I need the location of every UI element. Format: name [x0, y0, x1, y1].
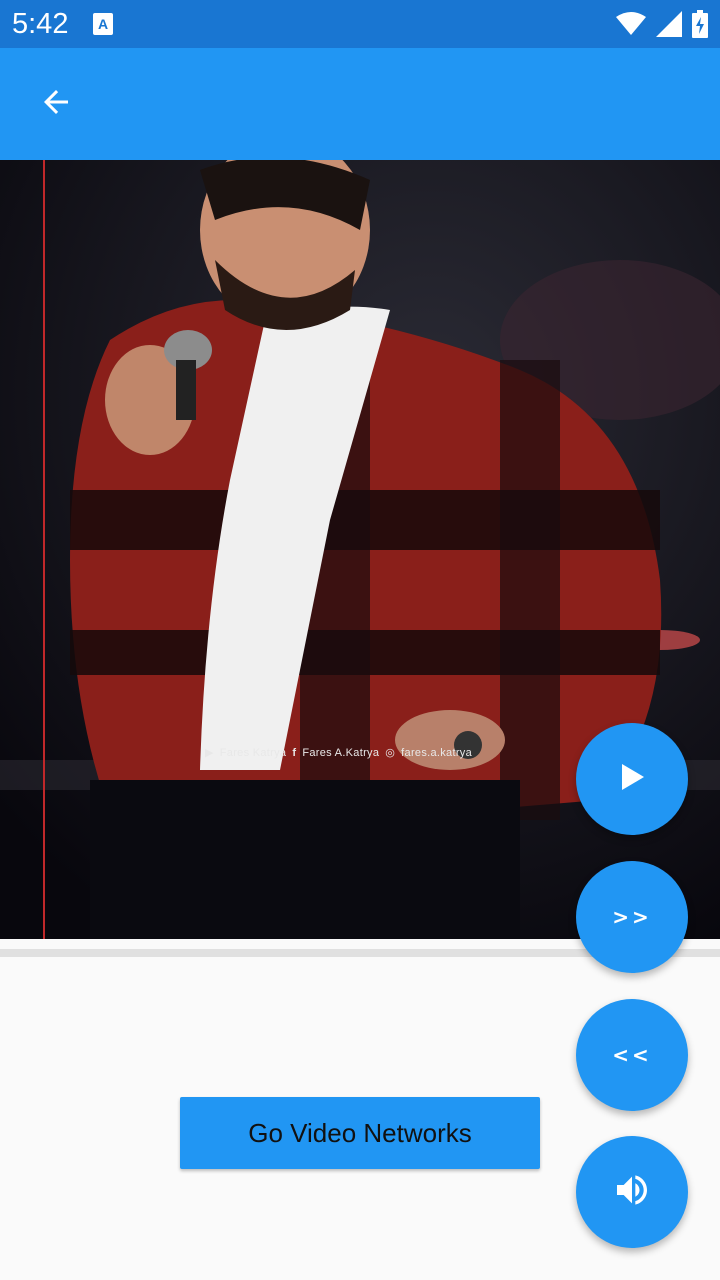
signal-icon: [656, 11, 682, 42]
video-player-screen: 5:42 A ▶ Fares Katrya f Fares A.Katrya ◎…: [0, 0, 720, 1280]
volume-icon: [612, 1170, 652, 1215]
back-button[interactable]: [24, 72, 88, 136]
instagram-icon: ◎: [385, 747, 396, 759]
status-bar: 5:42 A: [0, 0, 720, 48]
facebook-icon: f: [292, 746, 297, 759]
wifi-icon: [616, 12, 646, 41]
play-button[interactable]: [576, 723, 688, 835]
notification-a-icon: A: [92, 12, 114, 36]
system-icons: [616, 10, 708, 43]
app-bar: [0, 48, 720, 160]
fast-forward-button[interactable]: >>: [576, 861, 688, 973]
watermark-youtube: Fares Katrya: [219, 746, 287, 759]
rewind-label: <<: [612, 1043, 652, 1067]
fast-forward-label: >>: [612, 905, 652, 929]
youtube-icon: ▶: [205, 747, 214, 759]
volume-button[interactable]: [576, 1136, 688, 1248]
rewind-button[interactable]: <<: [576, 999, 688, 1111]
arrow-back-icon: [38, 84, 74, 125]
video-watermark: ▶ Fares Katrya f Fares A.Katrya ◎ fares.…: [205, 746, 473, 760]
watermark-instagram: fares.a.katrya: [401, 746, 473, 759]
watermark-facebook: Fares A.Katrya: [302, 746, 380, 759]
status-time: 5:42: [12, 8, 69, 40]
go-video-networks-button[interactable]: Go Video Networks: [180, 1097, 540, 1169]
play-icon: [618, 762, 646, 797]
svg-text:A: A: [98, 16, 108, 32]
battery-charging-icon: [692, 10, 708, 43]
